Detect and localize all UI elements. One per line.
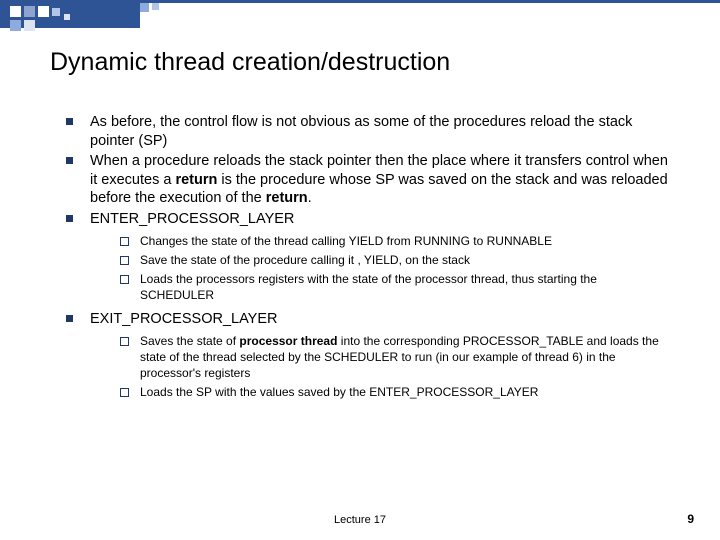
- enter-sublist: Changes the state of the thread calling …: [90, 234, 670, 303]
- sub-changes-state: Changes the state of the thread calling …: [116, 234, 670, 250]
- sub-loads-registers: Loads the processors registers with the …: [116, 272, 670, 304]
- slide-title: Dynamic thread creation/destruction: [50, 48, 670, 77]
- footer-page-number: 9: [687, 512, 694, 526]
- footer-lecture: Lecture 17: [0, 514, 720, 526]
- bullet-enter-layer: ENTER_PROCESSOR_LAYER Changes the state …: [62, 210, 670, 304]
- bullet-exit-layer: EXIT_PROCESSOR_LAYER Saves the state of …: [62, 310, 670, 401]
- sub-saves-processor-thread: Saves the state of processor thread into…: [116, 334, 670, 381]
- bullet-control-flow: As before, the control flow is not obvio…: [62, 113, 670, 150]
- exit-sublist: Saves the state of processor thread into…: [90, 334, 670, 400]
- main-list: As before, the control flow is not obvio…: [50, 113, 670, 400]
- slide-body: Dynamic thread creation/destruction As b…: [0, 0, 720, 400]
- sub-loads-sp: Loads the SP with the values saved by th…: [116, 385, 670, 401]
- header-decoration: [0, 0, 720, 38]
- bullet-reload-sp: When a procedure reloads the stack point…: [62, 152, 670, 208]
- sub-save-state: Save the state of the procedure calling …: [116, 253, 670, 269]
